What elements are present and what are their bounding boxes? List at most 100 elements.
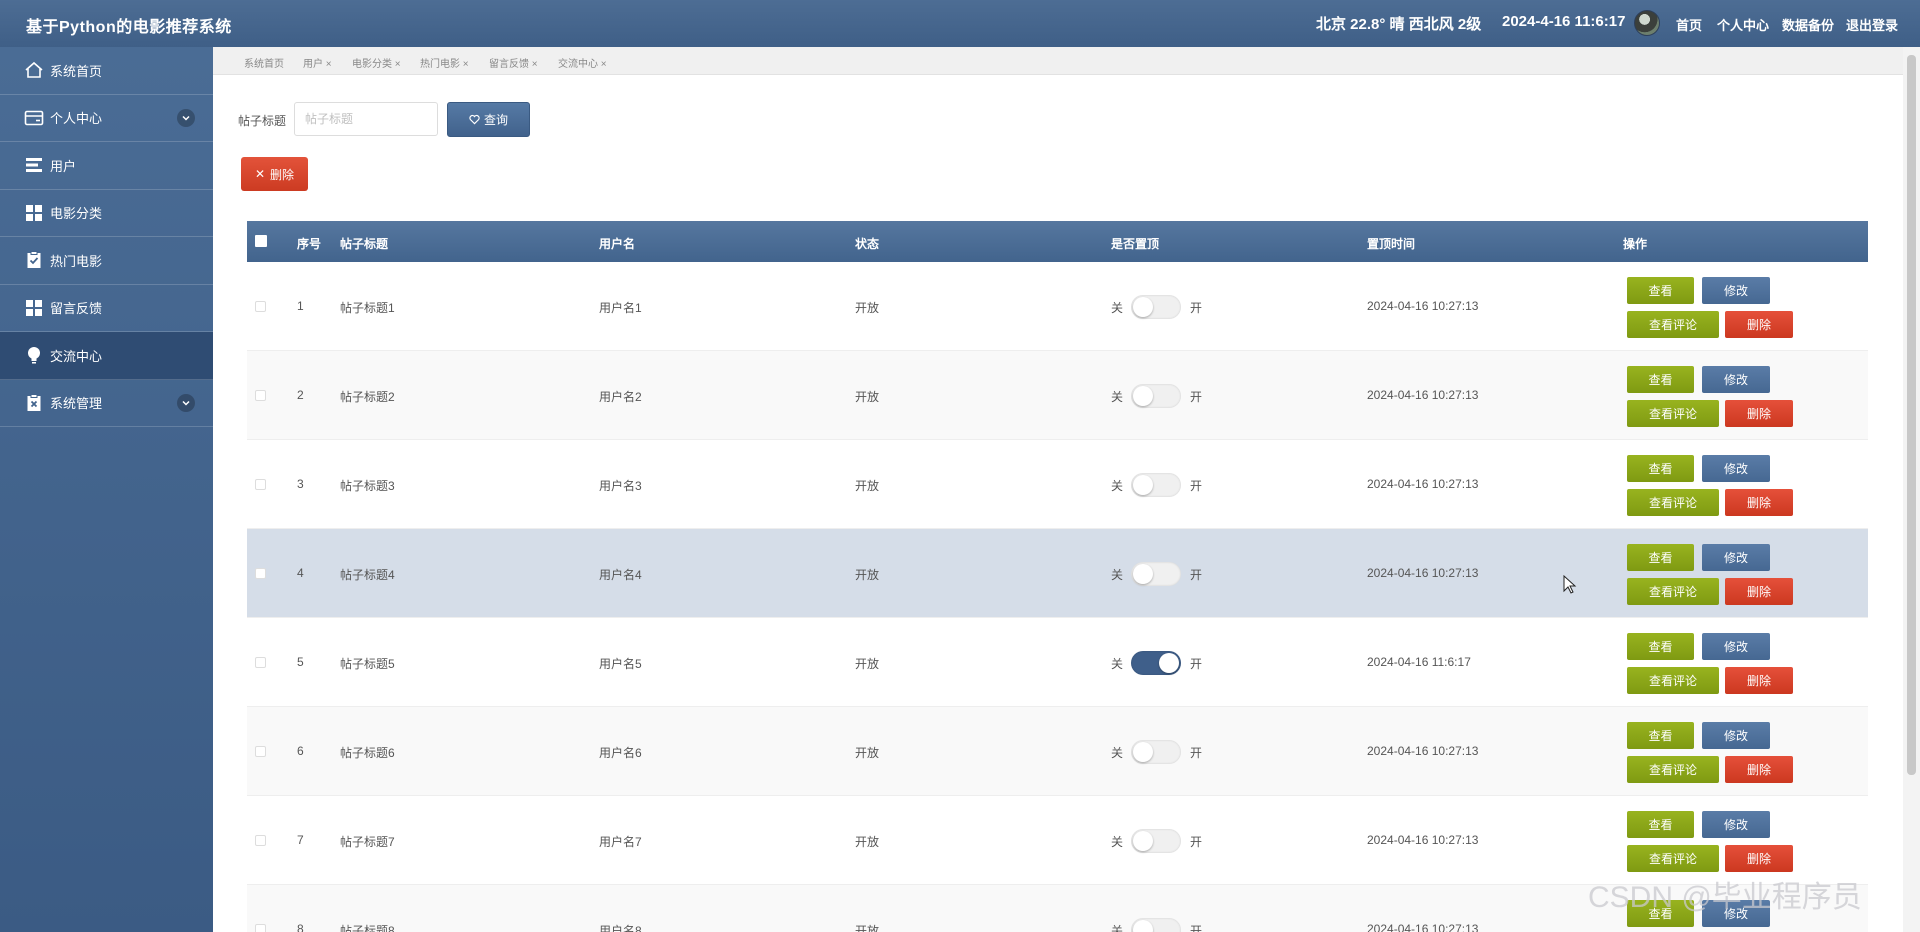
- sidebar-item-hot-movies[interactable]: 热门电影: [0, 237, 213, 285]
- row-pin-time: 2024-04-16 10:27:13: [1367, 566, 1479, 580]
- pin-toggle-switch[interactable]: [1131, 918, 1181, 932]
- batch-delete-button[interactable]: ✕ 删除: [241, 157, 308, 191]
- row-no: 4: [297, 566, 304, 580]
- switch-off-label: 关: [1111, 479, 1124, 493]
- row-checkbox[interactable]: [255, 924, 266, 932]
- row-no: 1: [297, 299, 304, 313]
- tab-home[interactable]: 系统首页: [244, 55, 284, 70]
- row-title: 帖子标题4: [340, 568, 395, 582]
- switch-knob: [1133, 742, 1153, 762]
- edit-button[interactable]: 修改: [1702, 277, 1770, 304]
- chevron-down-icon[interactable]: [177, 393, 195, 412]
- sidebar-item-label: 系统首页: [50, 63, 103, 79]
- tab-feedback[interactable]: 留言反馈 ×: [489, 55, 538, 70]
- row-no: 2: [297, 388, 304, 402]
- view-button[interactable]: 查看: [1627, 633, 1694, 660]
- delete-row-button[interactable]: 删除: [1725, 311, 1793, 338]
- table-row[interactable]: 3 帖子标题3 用户名3 开放 关 开 2024-04-16 10:27:13 查看 修改 查看评…: [247, 440, 1868, 529]
- view-comments-button[interactable]: 查看评论: [1627, 756, 1719, 783]
- sidebar-item-profile[interactable]: 个人中心: [0, 95, 213, 142]
- edit-button[interactable]: 修改: [1702, 633, 1770, 660]
- sidebar-item-movie-category[interactable]: 电影分类: [0, 190, 213, 237]
- edit-button[interactable]: 修改: [1702, 544, 1770, 571]
- delete-row-button[interactable]: 删除: [1725, 400, 1793, 427]
- row-username: 用户名3: [599, 479, 642, 493]
- view-comments-button[interactable]: 查看评论: [1627, 400, 1719, 427]
- view-button[interactable]: 查看: [1627, 455, 1694, 482]
- row-status: 开放: [855, 657, 880, 671]
- delete-row-button[interactable]: 删除: [1725, 845, 1793, 872]
- view-comments-button[interactable]: 查看评论: [1627, 845, 1719, 872]
- row-status: 开放: [855, 835, 880, 849]
- scrollbar-thumb[interactable]: [1907, 55, 1916, 775]
- tab-users[interactable]: 用户 ×: [303, 55, 332, 70]
- edit-button[interactable]: 修改: [1702, 811, 1770, 838]
- select-all-checkbox[interactable]: [255, 235, 267, 247]
- table-row[interactable]: 1 帖子标题1 用户名1 开放 关 开 2024-04-16 10:27:13 查看 修改 查看评…: [247, 262, 1868, 351]
- avatar[interactable]: [1634, 10, 1660, 36]
- view-button[interactable]: 查看: [1627, 811, 1694, 838]
- row-checkbox[interactable]: [255, 479, 266, 490]
- switch-knob: [1133, 297, 1153, 317]
- row-checkbox[interactable]: [255, 835, 266, 846]
- row-checkbox[interactable]: [255, 568, 266, 579]
- delete-row-button[interactable]: 删除: [1725, 667, 1793, 694]
- view-button[interactable]: 查看: [1627, 544, 1694, 571]
- current-datetime: 2024-4-16 11:6:17: [1502, 13, 1626, 30]
- tab-hot-movies[interactable]: 热门电影 ×: [420, 55, 469, 70]
- switch-knob: [1133, 564, 1153, 584]
- tab-movie-category[interactable]: 电影分类 ×: [352, 55, 401, 70]
- chevron-down-icon[interactable]: [177, 108, 195, 127]
- row-checkbox[interactable]: [255, 746, 266, 757]
- query-button[interactable]: 查询: [447, 102, 530, 137]
- nav-logout-link[interactable]: 退出登录: [1846, 15, 1898, 34]
- table-row[interactable]: 6 帖子标题6 用户名6 开放 关 开 2024-04-16 10:27:13 查看 修改 查看评…: [247, 707, 1868, 796]
- nav-profile-link[interactable]: 个人中心: [1717, 15, 1769, 34]
- page-scrollbar[interactable]: [1903, 47, 1920, 932]
- row-username: 用户名5: [599, 657, 642, 671]
- sidebar-item-feedback[interactable]: 留言反馈: [0, 285, 213, 332]
- row-checkbox[interactable]: [255, 301, 266, 312]
- row-checkbox[interactable]: [255, 390, 266, 401]
- row-checkbox[interactable]: [255, 657, 266, 668]
- sidebar-item-users[interactable]: 用户: [0, 142, 213, 190]
- nav-backup-link[interactable]: 数据备份: [1782, 15, 1834, 34]
- view-button[interactable]: 查看: [1627, 277, 1694, 304]
- pin-toggle-switch[interactable]: [1131, 384, 1181, 408]
- pin-toggle-switch[interactable]: [1131, 829, 1181, 853]
- view-comments-button[interactable]: 查看评论: [1627, 311, 1719, 338]
- delete-row-button[interactable]: 删除: [1725, 489, 1793, 516]
- top-header: 基于Python的电影推荐系统 北京 22.8° 晴 西北风 2级 2024-4…: [0, 0, 1920, 47]
- delete-row-button[interactable]: 删除: [1725, 756, 1793, 783]
- pin-toggle-switch[interactable]: [1131, 740, 1181, 764]
- pin-toggle-switch[interactable]: [1131, 562, 1181, 586]
- view-comments-button[interactable]: 查看评论: [1627, 489, 1719, 516]
- clipboard-check-icon: [24, 250, 44, 270]
- tab-forum[interactable]: 交流中心 ×: [558, 55, 607, 70]
- edit-button[interactable]: 修改: [1702, 366, 1770, 393]
- sidebar-item-forum[interactable]: 交流中心: [0, 332, 213, 380]
- sidebar: 系统首页 个人中心 用户 电影分类 热门电影 留言反馈 交流中心 系统管理: [0, 47, 213, 932]
- col-header-pinned: 是否置顶: [1111, 237, 1160, 251]
- view-button[interactable]: 查看: [1627, 366, 1694, 393]
- edit-button[interactable]: 修改: [1702, 455, 1770, 482]
- delete-row-button[interactable]: 删除: [1725, 578, 1793, 605]
- edit-button[interactable]: 修改: [1702, 722, 1770, 749]
- nav-home-link[interactable]: 首页: [1676, 15, 1702, 34]
- search-input[interactable]: [294, 102, 438, 136]
- table-row[interactable]: 4 帖子标题4 用户名4 开放 关 开 2024-04-16 10:27:13 查看 修改 查看评…: [247, 529, 1868, 618]
- switch-off-label: 关: [1111, 390, 1124, 404]
- switch-off-label: 关: [1111, 835, 1124, 849]
- view-comments-button[interactable]: 查看评论: [1627, 578, 1719, 605]
- pin-toggle-switch[interactable]: [1131, 295, 1181, 319]
- row-title: 帖子标题2: [340, 390, 395, 404]
- table-row[interactable]: 2 帖子标题2 用户名2 开放 关 开 2024-04-16 10:27:13 查看 修改 查看评…: [247, 351, 1868, 440]
- view-comments-button[interactable]: 查看评论: [1627, 667, 1719, 694]
- view-button[interactable]: 查看: [1627, 722, 1694, 749]
- table-row[interactable]: 5 帖子标题5 用户名5 开放 关 开 2024-04-16 11:6:17 查看 修改 查看评论…: [247, 618, 1868, 707]
- pin-toggle-switch[interactable]: [1131, 651, 1181, 675]
- sidebar-item-home[interactable]: 系统首页: [0, 47, 213, 95]
- pin-toggle-switch[interactable]: [1131, 473, 1181, 497]
- sidebar-item-label: 热门电影: [50, 253, 103, 269]
- sidebar-item-system[interactable]: 系统管理: [0, 380, 213, 427]
